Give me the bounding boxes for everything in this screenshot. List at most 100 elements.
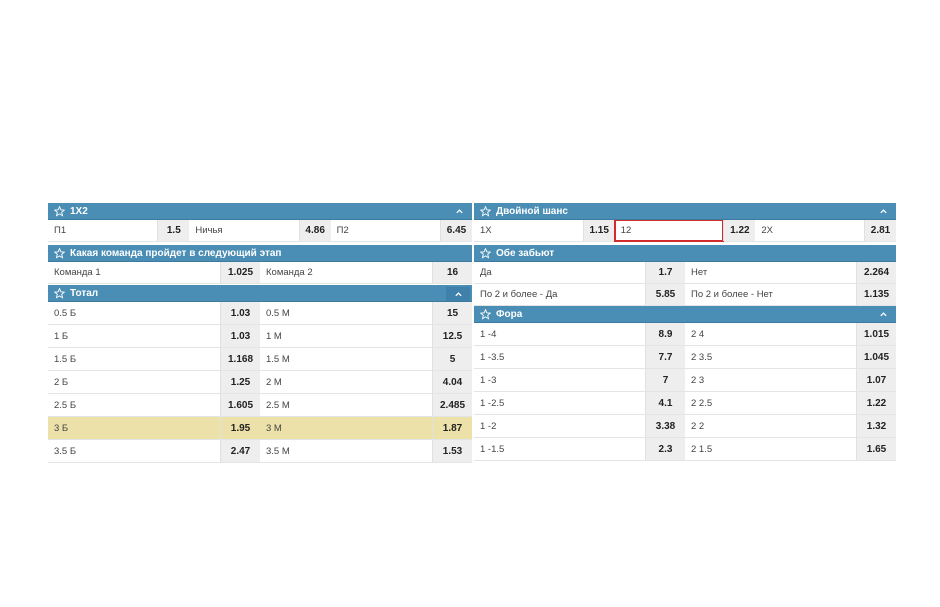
odds-value[interactable]: 2.264 [856, 262, 896, 283]
chevron-up-icon[interactable] [879, 207, 888, 216]
outcome-label[interactable]: 3.5 Б [48, 440, 220, 462]
outcome-label[interactable]: 1.5 М [260, 348, 432, 370]
outcome-label[interactable]: 1 -2.5 [474, 392, 645, 414]
odds-value[interactable]: 2.81 [864, 220, 897, 241]
odds-value[interactable]: 1.045 [856, 346, 896, 368]
market-header-double-chance[interactable]: Двойной шанс [474, 203, 896, 220]
outcome-label[interactable]: 2 2.5 [685, 392, 856, 414]
market-header-1x2[interactable]: 1X2 [48, 203, 472, 220]
outcome-label[interactable]: Команда 2 [260, 262, 432, 283]
odds-value[interactable]: 4.1 [645, 392, 685, 414]
star-icon[interactable] [480, 247, 491, 259]
odds-value[interactable]: 4.04 [432, 371, 472, 393]
odds-value[interactable]: 1.5 [157, 220, 190, 241]
outcome-row: По 2 и более - Да 5.85 По 2 и более - Не… [474, 284, 896, 306]
outcome-label[interactable]: 1 -1.5 [474, 438, 645, 460]
odds-value[interactable]: 1.32 [856, 415, 896, 437]
odds-value[interactable]: 3.38 [645, 415, 685, 437]
odds-value[interactable]: 1.25 [220, 371, 260, 393]
odds-value[interactable]: 1.22 [723, 220, 756, 241]
left-column: 1X2 П1 1.5 Ничья 4.86 П2 6.45 Какая кома… [48, 203, 472, 463]
outcome-label[interactable]: 1.5 Б [48, 348, 220, 370]
outcome-label[interactable]: 2X [755, 220, 864, 241]
outcome-label[interactable]: П2 [331, 220, 440, 241]
outcome-label[interactable]: 3 Б [48, 417, 220, 439]
market-header-total[interactable]: Тотал [48, 285, 472, 302]
odds-value[interactable]: 5 [432, 348, 472, 370]
outcome-row: 3.5 Б 2.47 3.5 М 1.53 [48, 440, 472, 463]
star-icon[interactable] [54, 205, 65, 217]
outcome-label[interactable]: 1 М [260, 325, 432, 347]
odds-value[interactable]: 4.86 [298, 220, 331, 241]
market-header-both-score[interactable]: Обе забьют [474, 245, 896, 262]
odds-value[interactable]: 1.03 [220, 302, 260, 324]
outcome-label[interactable]: 2 1.5 [685, 438, 856, 460]
odds-value[interactable]: 5.85 [645, 284, 685, 305]
odds-value[interactable]: 1.22 [856, 392, 896, 414]
odds-value[interactable]: 1.015 [856, 323, 896, 345]
outcome-label[interactable]: 0.5 М [260, 302, 432, 324]
odds-value[interactable]: 6.45 [439, 220, 472, 241]
outcome-label[interactable]: 1 -2 [474, 415, 645, 437]
outcome-label[interactable]: 1 -3 [474, 369, 645, 391]
outcome-label[interactable]: 3 М [260, 417, 432, 439]
odds-value[interactable]: 1.65 [856, 438, 896, 460]
star-icon[interactable] [54, 247, 65, 259]
outcome-label[interactable]: Ничья [189, 220, 298, 241]
star-icon[interactable] [480, 205, 491, 217]
odds-value[interactable]: 1.95 [220, 417, 260, 439]
outcome-label[interactable]: Нет [685, 262, 856, 283]
odds-value[interactable]: 7 [645, 369, 685, 391]
odds-value[interactable]: 15 [432, 302, 472, 324]
odds-value[interactable]: 1.03 [220, 325, 260, 347]
odds-value[interactable]: 1.135 [856, 284, 896, 305]
odds-value[interactable]: 2.47 [220, 440, 260, 462]
outcome-label[interactable]: 2 3.5 [685, 346, 856, 368]
outcome-label[interactable]: 2 3 [685, 369, 856, 391]
odds-value[interactable]: 1.87 [432, 417, 472, 439]
chevron-up-icon[interactable] [879, 310, 888, 319]
chevron-up-icon[interactable] [455, 207, 464, 216]
market-title: Тотал [70, 287, 99, 299]
outcome-label[interactable]: 1 -4 [474, 323, 645, 345]
odds-value[interactable]: 16 [432, 262, 472, 283]
outcome-label[interactable]: 2 2 [685, 415, 856, 437]
odds-value[interactable]: 1.168 [220, 348, 260, 370]
outcome-label-selected[interactable]: 12 [613, 219, 725, 242]
chevron-up-icon[interactable] [446, 287, 470, 301]
odds-value[interactable]: 7.7 [645, 346, 685, 368]
odds-value[interactable]: 2.485 [432, 394, 472, 416]
right-column: Двойной шанс 1X 1.15 12 1.22 2X 2.81 Обе… [474, 203, 897, 461]
outcome-label[interactable]: 2 Б [48, 371, 220, 393]
odds-value[interactable]: 1.605 [220, 394, 260, 416]
market-header-handicap[interactable]: Фора [474, 306, 896, 323]
odds-value[interactable]: 1.15 [582, 220, 615, 241]
odds-value[interactable]: 1.07 [856, 369, 896, 391]
outcome-label[interactable]: 2 М [260, 371, 432, 393]
outcome-label[interactable]: 2.5 М [260, 394, 432, 416]
outcome-label[interactable]: По 2 и более - Да [474, 284, 645, 305]
odds-value[interactable]: 1.7 [645, 262, 685, 283]
outcome-label[interactable]: П1 [48, 220, 157, 241]
outcome-label[interactable]: По 2 и более - Нет [685, 284, 856, 305]
market-total: Тотал 0.5 Б 1.03 0.5 М 15 1 Б 1.03 1 М 1… [48, 285, 472, 463]
odds-value[interactable]: 1.025 [220, 262, 260, 283]
outcome-label[interactable]: 3.5 М [260, 440, 432, 462]
market-handicap: Фора 1 -4 8.9 2 4 1.015 1 -3.5 7.7 2 3.5… [474, 306, 896, 461]
outcome-label[interactable]: 1 -3.5 [474, 346, 645, 368]
outcome-label[interactable]: 2 4 [685, 323, 856, 345]
odds-value[interactable]: 12.5 [432, 325, 472, 347]
market-header-next-stage[interactable]: Какая команда пройдет в следующий этап [48, 245, 472, 262]
outcome-label[interactable]: Команда 1 [48, 262, 220, 283]
outcome-label[interactable]: 2.5 Б [48, 394, 220, 416]
outcome-label[interactable]: 1X [474, 220, 583, 241]
star-icon[interactable] [54, 287, 65, 299]
outcome-label[interactable]: Да [474, 262, 645, 283]
odds-value[interactable]: 1.53 [432, 440, 472, 462]
outcome-label[interactable]: 0.5 Б [48, 302, 220, 324]
outcome-label[interactable]: 1 Б [48, 325, 220, 347]
star-icon[interactable] [480, 308, 491, 320]
outcome-row: П1 1.5 Ничья 4.86 П2 6.45 [48, 220, 472, 242]
odds-value[interactable]: 8.9 [645, 323, 685, 345]
odds-value[interactable]: 2.3 [645, 438, 685, 460]
